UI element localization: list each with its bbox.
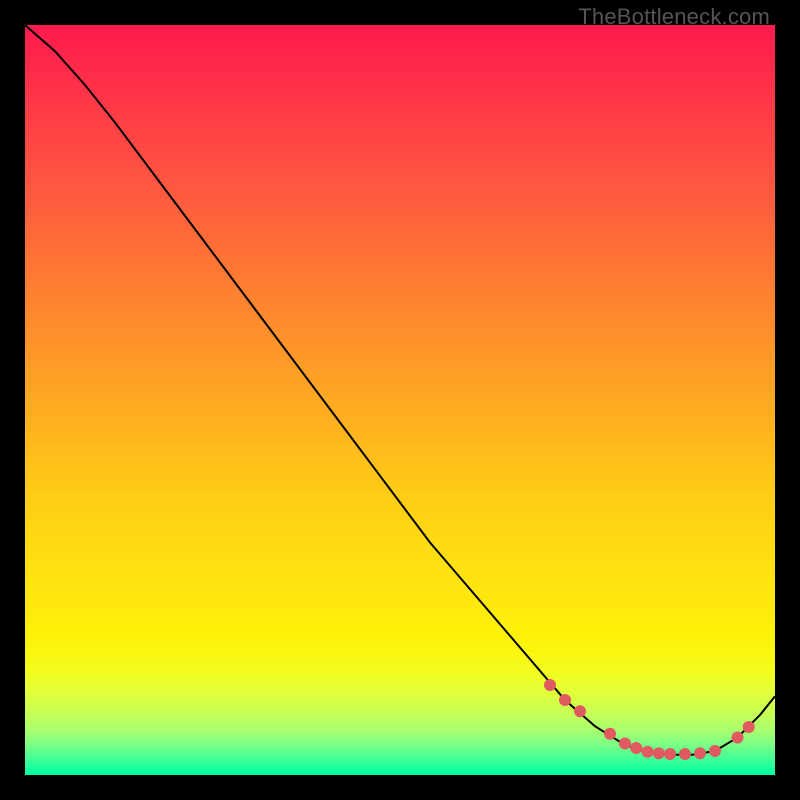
plot-area [25, 25, 775, 775]
watermark-text: TheBottleneck.com [578, 4, 770, 30]
chart-frame: TheBottleneck.com [0, 0, 800, 800]
